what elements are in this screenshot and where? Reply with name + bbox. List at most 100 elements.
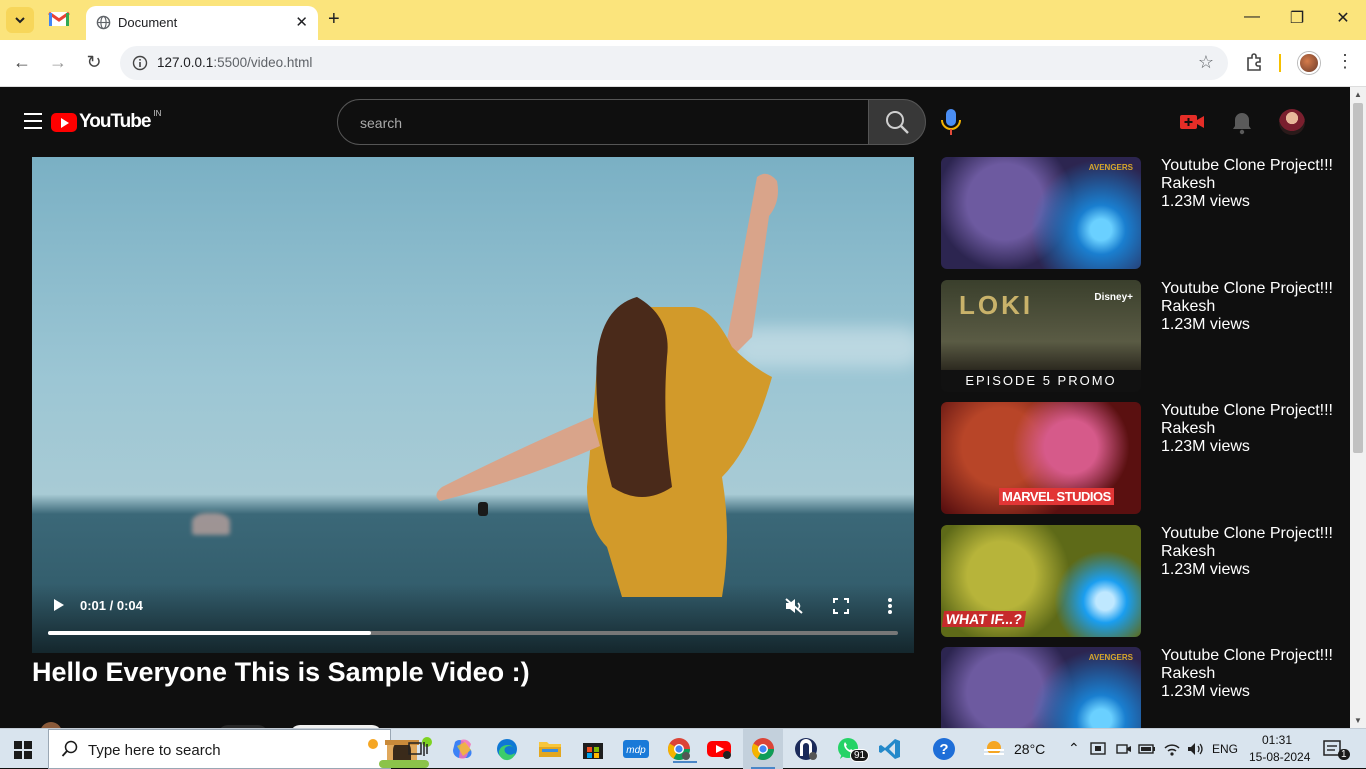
recommended-channel[interactable]: Rakesh [1161,543,1333,561]
url-text[interactable]: 127.0.0.1:5500/video.html [157,55,312,70]
chevron-up-icon[interactable]: ⌃ [1068,740,1080,757]
weather-temperature[interactable]: 28°C [1014,741,1045,757]
recommended-views: 1.23M views [1161,438,1250,455]
edge-icon[interactable] [493,735,521,763]
chrome-profile-icon[interactable] [665,735,697,763]
file-explorer-icon[interactable] [536,735,564,763]
recommended-channel[interactable]: Rakesh [1161,298,1333,316]
user-avatar[interactable] [1279,109,1305,135]
video-thumbnail[interactable]: AVENGERS [941,157,1141,269]
thumbnail-caption: WHAT IF...? [941,611,1027,627]
search-input[interactable] [360,112,840,134]
reload-button[interactable]: ↻ [84,52,104,73]
fullscreen-icon[interactable] [832,597,850,615]
volume-icon[interactable] [1186,740,1204,758]
extensions-icon[interactable] [1244,52,1264,72]
create-video-icon[interactable] [1179,112,1205,132]
recommended-channel[interactable]: Rakesh [1161,665,1333,683]
more-options-icon[interactable] [882,596,898,616]
page-content: YouTube IN search 0:01 / 0:04 Hello Ever… [0,87,1350,728]
chevron-down-icon [15,17,25,24]
mdp-app-icon[interactable]: mdp [622,735,650,763]
video-thumbnail[interactable]: LOKI Disney+ EPISODE 5 PROMO [941,280,1141,392]
chrome-active-icon[interactable] [743,729,783,769]
recommended-channel[interactable]: Rakesh [1161,175,1333,193]
recommended-title[interactable]: Youtube Clone Project!!! [1161,402,1333,420]
video-time: 0:01 / 0:04 [80,598,143,613]
recommended-video[interactable]: AVENGERS Youtube Clone Project!!! Rakesh… [941,157,1341,269]
minimize-button[interactable]: — [1242,8,1262,26]
browser-profile-avatar[interactable] [1298,52,1320,74]
battery-icon[interactable] [1138,741,1156,757]
recommended-video-info: Youtube Clone Project!!! Rakesh 1.23M vi… [1161,280,1333,334]
new-tab-button[interactable]: + [328,8,340,31]
windows-start-icon[interactable] [14,741,32,759]
recommended-video[interactable]: MARVEL STUDIOS Youtube Clone Project!!! … [941,402,1341,514]
gmail-tab[interactable] [48,10,70,30]
svg-text:?: ? [939,741,948,758]
browser-menu-icon[interactable]: ⋮ [1336,51,1354,72]
restore-button[interactable]: ❐ [1287,8,1307,28]
thumbnail-logo: AVENGERS [1088,653,1133,662]
globe-icon [96,15,111,30]
close-tab-icon[interactable]: ✕ [295,13,308,31]
scrollbar-thumb[interactable] [1353,103,1363,453]
video-thumbnail[interactable]: MARVEL STUDIOS [941,402,1141,514]
vscode-icon[interactable] [876,735,904,763]
taskbar-search[interactable] [48,729,432,769]
recommended-video-info: Youtube Clone Project!!! Rakesh 1.23M vi… [1161,647,1333,701]
close-window-button[interactable]: ✕ [1333,8,1353,28]
wifi-icon[interactable] [1163,740,1181,758]
video-player[interactable]: 0:01 / 0:04 [32,157,914,653]
notifications-bell-icon[interactable] [1231,111,1253,135]
scroll-down-arrow-icon[interactable]: ▼ [1354,716,1362,725]
task-view-icon[interactable] [404,735,432,763]
input-language[interactable]: ENG [1212,742,1238,756]
app-icon[interactable] [792,735,820,763]
copilot-icon[interactable] [449,735,477,763]
region-code: IN [153,108,162,118]
bookmark-star-icon[interactable]: ☆ [1198,52,1214,73]
video-progress-fill [48,631,371,635]
recommended-video-info: Youtube Clone Project!!! Rakesh 1.23M vi… [1161,525,1333,579]
whatsapp-badge: 91 [850,749,870,762]
weather-hazy-icon[interactable] [982,739,1006,759]
clock-date[interactable]: 15-08-2024 [1249,750,1310,764]
active-tab[interactable]: Document ✕ [86,6,318,40]
play-icon[interactable] [52,597,66,613]
recommended-title[interactable]: Youtube Clone Project!!! [1161,647,1333,665]
recommended-video[interactable]: AVENGERS Youtube Clone Project!!! Rakesh… [941,647,1341,728]
camera-icon[interactable] [1116,741,1132,757]
hamburger-menu-icon[interactable] [24,113,42,129]
recommended-video[interactable]: WHAT IF...? Youtube Clone Project!!! Rak… [941,525,1341,637]
network-drive-icon[interactable] [1090,741,1108,757]
help-icon[interactable]: ? [930,735,958,763]
page-scrollbar[interactable]: ▲ ▼ [1350,87,1366,728]
recommended-channel[interactable]: Rakesh [1161,420,1333,438]
forward-button[interactable]: → [48,52,68,73]
video-thumbnail[interactable]: WHAT IF...? [941,525,1141,637]
clock-time[interactable]: 01:31 [1262,733,1292,747]
recommended-title[interactable]: Youtube Clone Project!!! [1161,280,1333,298]
recommended-title[interactable]: Youtube Clone Project!!! [1161,525,1333,543]
taskbar-search-input[interactable] [88,739,308,761]
video-thumbnail[interactable]: AVENGERS [941,647,1141,728]
recommended-title[interactable]: Youtube Clone Project!!! [1161,157,1333,175]
tab-search-button[interactable] [6,7,34,33]
muted-speaker-icon[interactable] [784,597,804,615]
back-button[interactable]: ← [12,52,32,73]
tab-title: Document [118,15,178,30]
scroll-up-arrow-icon[interactable]: ▲ [1354,90,1362,99]
youtube-logo[interactable]: YouTube IN [51,108,162,133]
youtube-app-icon[interactable] [706,735,734,763]
site-info-icon[interactable] [132,55,148,71]
running-indicator [673,761,697,763]
recommended-video[interactable]: LOKI Disney+ EPISODE 5 PROMO Youtube Clo… [941,280,1341,392]
microphone-icon[interactable] [938,107,964,137]
recommended-views: 1.23M views [1161,683,1250,700]
thumbnail-badge: Disney+ [1094,292,1133,303]
microsoft-store-icon[interactable] [579,735,607,763]
video-progress-bar[interactable] [48,631,898,635]
search-button[interactable] [868,99,926,145]
address-bar[interactable]: 127.0.0.1:5500/video.html ☆ [120,46,1228,80]
